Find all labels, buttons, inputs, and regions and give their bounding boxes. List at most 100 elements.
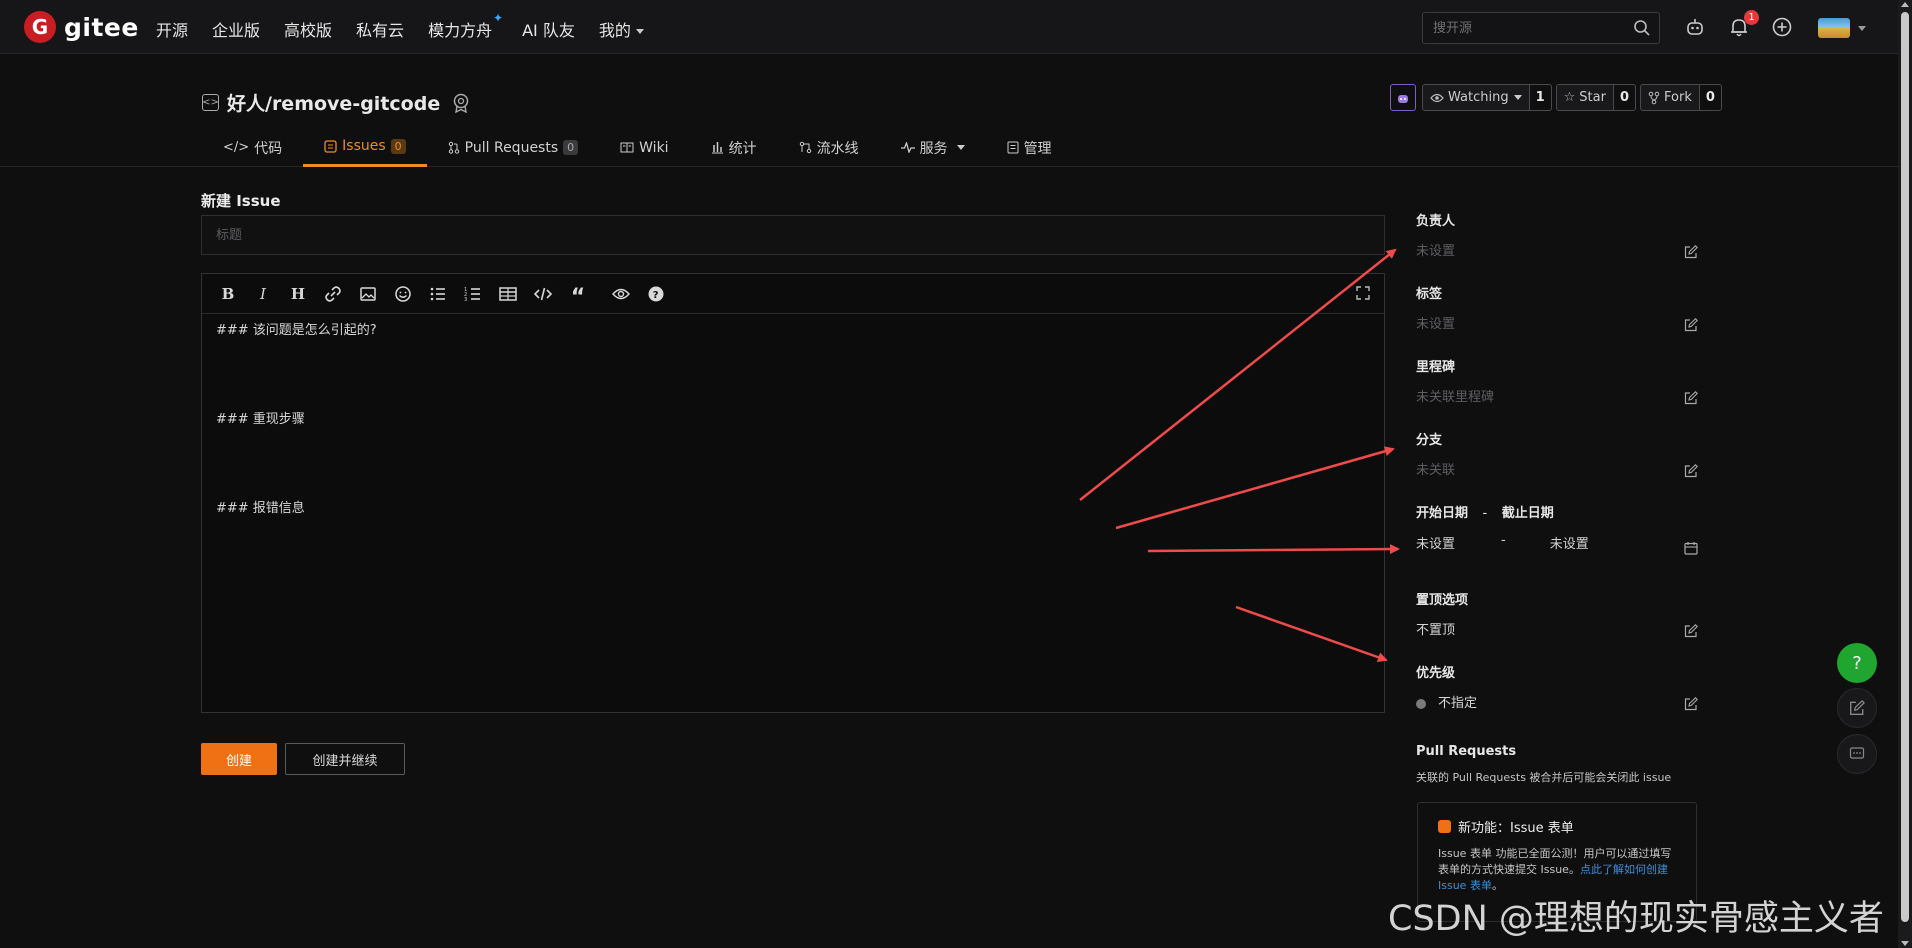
bold-icon[interactable]: B <box>218 284 238 304</box>
chevron-down-icon <box>635 29 644 34</box>
quote-icon[interactable]: “ <box>568 284 588 310</box>
new-feature-title: 新功能：Issue 表单 <box>1458 821 1574 836</box>
numbered-list-icon[interactable]: 123 <box>463 284 483 304</box>
issue-body-textarea[interactable]: ### 该问题是怎么引起的? ### 重现步骤 ### 报错信息 <box>202 314 1384 526</box>
edit-icon[interactable] <box>1684 318 1698 332</box>
edit-icon[interactable] <box>1684 391 1698 405</box>
repo-code-icon: <> <box>202 94 219 111</box>
search-input[interactable] <box>1423 13 1623 43</box>
avatar[interactable] <box>1818 18 1850 38</box>
avatar-chevron-down-icon[interactable] <box>1858 26 1866 31</box>
search-box <box>1422 12 1660 44</box>
tags-section: 标签 未设置 <box>1416 283 1698 356</box>
issue-title-input[interactable] <box>201 215 1385 255</box>
nav-item-open-source[interactable]: 开源 <box>156 17 188 41</box>
code-icon[interactable] <box>533 284 553 304</box>
heading-icon[interactable]: H <box>288 284 308 304</box>
tags-value: 未设置 <box>1416 317 1456 332</box>
preview-eye-icon[interactable] <box>611 284 631 304</box>
scroll-down-arrow-icon[interactable] <box>1901 941 1909 946</box>
nav-item-moli-label: 模力方舟 <box>428 21 493 40</box>
svg-text:?: ? <box>653 290 659 301</box>
award-icon[interactable] <box>452 93 470 113</box>
italic-icon[interactable]: I <box>253 284 273 304</box>
notification-badge: 1 <box>1744 10 1759 25</box>
help-icon[interactable]: ? <box>646 284 666 304</box>
start-date-value[interactable]: 未设置 <box>1416 533 1455 552</box>
tab-issues[interactable]: Issues 0 <box>303 128 427 167</box>
tab-stats[interactable]: 统计 <box>690 128 778 167</box>
create-button[interactable]: 创建 <box>201 743 277 775</box>
ai-assistant-button[interactable] <box>1390 84 1416 111</box>
robot-icon[interactable] <box>1684 16 1706 38</box>
fork-group: Fork 0 <box>1640 84 1722 111</box>
table-icon[interactable] <box>498 284 518 304</box>
pipeline-icon <box>799 141 811 154</box>
new-feature-title-row: 新功能：Issue 表单 <box>1438 817 1676 836</box>
edit-icon[interactable] <box>1684 624 1698 638</box>
tab-manage[interactable]: 管理 <box>986 128 1073 167</box>
watch-button[interactable]: Watching <box>1422 84 1530 111</box>
tab-label: 服务 <box>919 140 948 157</box>
nav-item-ai-teammate[interactable]: AI 队友 <box>522 17 575 41</box>
calendar-icon[interactable] <box>1684 541 1698 555</box>
repo-name[interactable]: 好人/remove-gitcode <box>227 89 440 116</box>
tab-services[interactable]: 服务 <box>880 128 986 167</box>
tab-pull-requests[interactable]: Pull Requests 0 <box>427 128 599 167</box>
scrollbar[interactable] <box>1898 0 1912 948</box>
due-date-value[interactable]: 未设置 <box>1550 533 1589 552</box>
body-line: ### 报错信息 <box>216 501 305 516</box>
tab-label: Issues <box>342 138 386 154</box>
bullet-list-icon[interactable] <box>428 284 448 304</box>
tab-code[interactable]: </> 代码 <box>202 128 303 167</box>
priority-label: 优先级 <box>1416 666 1456 681</box>
watch-count[interactable]: 1 <box>1529 84 1552 111</box>
tab-label: Pull Requests <box>464 139 559 156</box>
search-icon[interactable] <box>1633 19 1651 37</box>
fork-count[interactable]: 0 <box>1699 84 1722 111</box>
gitee-logo[interactable]: G gitee <box>24 11 139 43</box>
plus-circle-icon[interactable] <box>1771 16 1793 38</box>
star-button[interactable]: ☆ Star <box>1555 84 1614 111</box>
pin-value: 不置顶 <box>1416 623 1456 638</box>
nav-item-enterprise[interactable]: 企业版 <box>212 17 260 41</box>
emoji-icon[interactable] <box>393 284 413 304</box>
tab-pipeline[interactable]: 流水线 <box>778 128 880 167</box>
fork-button[interactable]: Fork <box>1640 84 1700 111</box>
link-icon[interactable] <box>323 284 343 304</box>
edit-icon[interactable] <box>1684 464 1698 478</box>
issue-icon <box>324 139 337 153</box>
feedback-edit-button[interactable] <box>1837 688 1877 728</box>
priority-dot-icon <box>1416 698 1426 709</box>
repo-actions: Watching 1 ☆ Star 0 Fork 0 <box>1390 84 1722 111</box>
help-button[interactable]: ? <box>1837 643 1877 683</box>
chat-button[interactable] <box>1837 734 1877 774</box>
image-icon[interactable] <box>358 284 378 304</box>
nav-item-mine[interactable]: 我的 <box>599 17 644 41</box>
tab-wiki[interactable]: Wiki <box>599 128 689 167</box>
nav-item-private-cloud[interactable]: 私有云 <box>356 17 404 41</box>
create-continue-button[interactable]: 创建并继续 <box>285 743 405 775</box>
milestone-value: 未关联里程碑 <box>1416 390 1495 405</box>
nav-item-moli[interactable]: 模力方舟 ✦ <box>428 11 503 41</box>
logo-text: gitee <box>64 12 139 42</box>
gitee-logo-icon: G <box>24 11 56 43</box>
edit-icon[interactable] <box>1684 245 1698 259</box>
fullscreen-icon[interactable] <box>1356 286 1370 300</box>
tab-label: Wiki <box>639 139 669 156</box>
scroll-up-arrow-icon[interactable] <box>1901 2 1909 7</box>
priority-value: 不指定 <box>1438 696 1478 711</box>
milestone-section: 里程碑 未关联里程碑 <box>1416 356 1698 429</box>
nav-item-mine-label: 我的 <box>598 21 631 40</box>
due-date-label: 截止日期 <box>1501 506 1554 521</box>
scroll-thumb[interactable] <box>1901 12 1909 922</box>
nav-item-education[interactable]: 高校版 <box>284 17 332 41</box>
tab-label: 代码 <box>254 140 283 157</box>
star-count[interactable]: 0 <box>1613 84 1636 111</box>
edit-icon[interactable] <box>1684 697 1698 711</box>
fork-label: Fork <box>1664 90 1692 105</box>
watermark: CSDN @理想的现实骨感主义者 <box>1388 899 1884 939</box>
code-icon: </> <box>223 140 250 155</box>
star-group: ☆ Star 0 <box>1555 84 1636 111</box>
editor-toolbar: B I H 123 “ ? <box>202 274 1384 314</box>
